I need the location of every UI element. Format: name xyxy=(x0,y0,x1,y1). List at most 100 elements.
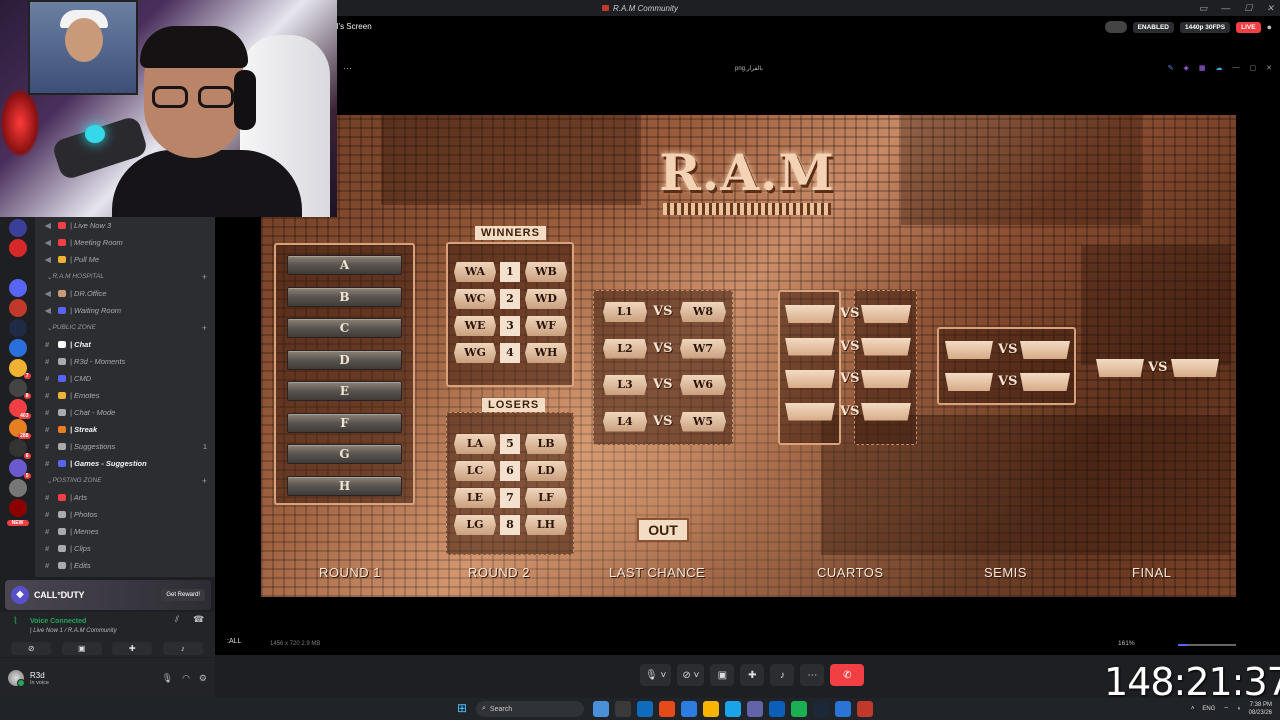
server-icon[interactable] xyxy=(8,339,27,357)
wifi-icon[interactable]: ⌔ xyxy=(1223,705,1229,713)
noise-suppression-icon[interactable]: ⫽ xyxy=(175,614,179,625)
text-channel[interactable]: # | CMD xyxy=(35,370,215,387)
add-channel-icon[interactable]: + xyxy=(202,323,207,333)
taskbar-app-icon[interactable] xyxy=(703,701,719,717)
promo-banner[interactable]: ◆ CALL°DUTY Get Reward! xyxy=(5,580,211,610)
channel-category[interactable]: ⌄ R.A.M HOSPITAL + xyxy=(35,268,215,285)
text-channel[interactable]: # | Clips xyxy=(35,540,215,557)
voice-channel[interactable]: ◀ | Pull Me xyxy=(35,251,215,268)
taskbar-app-icon[interactable] xyxy=(637,701,653,717)
disconnect-icon[interactable]: ☎ xyxy=(193,614,204,625)
server-icon[interactable] xyxy=(8,319,27,337)
minimize-button[interactable]: — xyxy=(1221,3,1230,13)
edit-icon[interactable]: ✎ xyxy=(1168,64,1174,72)
taskbar-app-icon[interactable] xyxy=(593,701,609,717)
zoom-level[interactable]: 161% xyxy=(1118,640,1135,647)
server-icon[interactable] xyxy=(8,279,27,297)
server-icon[interactable]: 288 xyxy=(8,419,31,439)
add-channel-icon[interactable]: + xyxy=(202,272,207,282)
channel-category[interactable]: ⌄ PUBLIC ZONE + xyxy=(35,319,215,336)
server-icon[interactable] xyxy=(8,299,27,317)
close-button[interactable]: ✕ xyxy=(1266,3,1274,14)
server-icon[interactable] xyxy=(8,259,27,277)
window-mode-button[interactable]: ▭ xyxy=(1199,3,1208,14)
headphones-icon[interactable]: ◠ xyxy=(182,673,190,684)
microphone-icon[interactable]: 🎙 xyxy=(162,673,173,684)
server-icon[interactable]: 7 xyxy=(8,359,31,379)
enabled-badge[interactable]: ENABLED xyxy=(1132,21,1174,33)
share-screen-button[interactable]: ▣ xyxy=(61,642,102,655)
server-icon[interactable]: 6 xyxy=(8,439,31,459)
voice-channel[interactable]: | Live Now 1 / R.A.M Community xyxy=(30,628,117,634)
camera-toggle-button[interactable]: ⊘ ˅ xyxy=(677,664,705,686)
voice-channel[interactable]: ◀ | Waiting Room xyxy=(35,302,215,319)
activities-button[interactable]: ✚ xyxy=(112,642,153,655)
server-icon[interactable] xyxy=(8,239,27,257)
gallery-icon[interactable]: ▦ xyxy=(1199,64,1206,72)
text-channel[interactable]: # | Memes xyxy=(35,523,215,540)
paint-icon[interactable]: ◈ xyxy=(1183,64,1188,72)
text-channel[interactable]: # | Suggestions 1 xyxy=(35,438,215,455)
text-channel[interactable]: # | Chat - Mode xyxy=(35,404,215,421)
language-indicator[interactable]: ENG xyxy=(1202,706,1215,712)
more-options-icon[interactable]: ⋯ xyxy=(343,63,352,74)
camera-off-button[interactable]: ⊘ xyxy=(11,642,52,655)
new-badge[interactable]: NEW xyxy=(6,520,29,526)
taskbar-app-icon[interactable] xyxy=(857,701,873,717)
avatar[interactable] xyxy=(8,670,25,687)
text-channel[interactable]: # | Games - Suggestion xyxy=(35,455,215,472)
get-reward-button[interactable]: Get Reward! xyxy=(161,589,205,601)
taskbar-app-icon[interactable] xyxy=(725,701,741,717)
soundboard-button[interactable]: ♪ xyxy=(162,642,203,655)
text-channel[interactable]: # | Arts xyxy=(35,489,215,506)
screen-share-button[interactable]: ▣ xyxy=(710,664,735,686)
volume-icon[interactable]: ◖ xyxy=(1237,706,1241,712)
text-channel[interactable]: # | Streak xyxy=(35,421,215,438)
taskbar-app-icon[interactable] xyxy=(791,701,807,717)
activities-icon[interactable]: ✚ xyxy=(740,664,765,686)
cloud-icon[interactable]: ☁ xyxy=(1216,64,1223,72)
text-channel[interactable]: # | Emotes xyxy=(35,387,215,404)
start-windows-icon[interactable]: ⊞ xyxy=(457,702,470,715)
text-channel[interactable]: # | Chat xyxy=(35,336,215,353)
server-icon[interactable] xyxy=(8,499,27,517)
server-icon[interactable] xyxy=(8,479,27,497)
viewer-close-icon[interactable]: ✕ xyxy=(1266,64,1272,72)
viewer-minimize-icon[interactable]: — xyxy=(1233,64,1240,72)
voice-channel[interactable]: ◀ | Live Now 3 xyxy=(35,217,215,234)
add-channel-icon[interactable]: + xyxy=(202,476,207,486)
zoom-slider[interactable] xyxy=(1178,644,1236,646)
maximize-button[interactable]: ☐ xyxy=(1244,3,1252,14)
text-channel[interactable]: # | Edits xyxy=(35,557,215,574)
ram-logo: R.A.M xyxy=(657,143,837,215)
voice-channel[interactable]: ◀ | Meeting Room xyxy=(35,234,215,251)
server-icon[interactable]: 5 xyxy=(8,459,31,479)
text-channel[interactable]: # | R3d - Moments xyxy=(35,353,215,370)
leave-call-button[interactable]: ✆ xyxy=(830,664,865,686)
more-button[interactable]: ⋯ xyxy=(800,664,825,686)
clock[interactable]: 7:38 PM 08/23/26 xyxy=(1249,701,1272,717)
chat-bubble-icon[interactable]: ● xyxy=(1267,22,1272,32)
taskbar-app-icon[interactable] xyxy=(747,701,763,717)
tray-overflow-icon[interactable]: ˄ xyxy=(1191,706,1195,712)
taskbar-search[interactable]: ⌕ Search xyxy=(476,701,584,717)
voice-channel[interactable]: ◀ | DR.Office xyxy=(35,285,215,302)
viewer-restore-icon[interactable]: ▢ xyxy=(1250,64,1257,72)
text-channel[interactable]: # | Photos xyxy=(35,506,215,523)
channel-category[interactable]: ⌄ POSTING ZONE + xyxy=(35,472,215,489)
taskbar-app-icon[interactable] xyxy=(681,701,697,717)
mic-toggle-button[interactable]: 🎙 ˅ xyxy=(640,664,672,686)
server-icon[interactable]: 8 xyxy=(8,379,31,399)
taskbar-app-icon[interactable] xyxy=(835,701,851,717)
settings-gear-icon[interactable]: ⚙ xyxy=(199,673,207,684)
soundboard-icon[interactable]: ♪ xyxy=(770,664,795,686)
channel-label: | Chat xyxy=(70,340,91,349)
taskbar-app-icon[interactable] xyxy=(813,701,829,717)
server-icon[interactable]: 403 xyxy=(8,399,31,419)
taskbar-app-icon[interactable] xyxy=(615,701,631,717)
viewers-avatars[interactable] xyxy=(1104,21,1127,33)
taskbar-app-icon[interactable] xyxy=(769,701,785,717)
server-icon[interactable] xyxy=(8,219,27,237)
voice-status[interactable]: Voice Connected xyxy=(30,618,86,625)
taskbar-app-icon[interactable] xyxy=(659,701,675,717)
